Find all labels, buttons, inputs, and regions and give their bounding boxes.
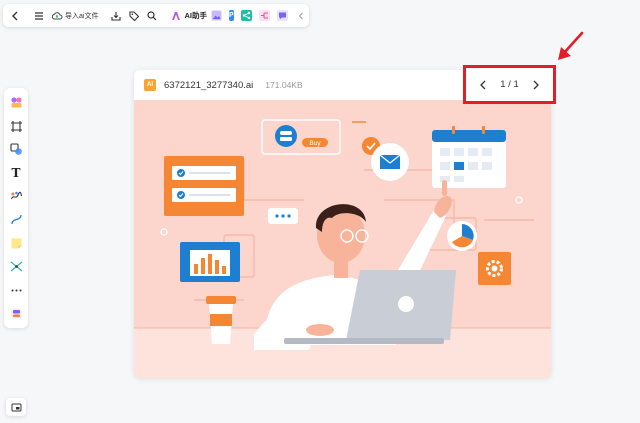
top-toolbar: 导入ai文件 AI助手 P	[3, 4, 309, 27]
file-name: 6372121_3277340.ai	[164, 79, 254, 91]
prev-page-button[interactable]	[478, 79, 488, 91]
next-page-button[interactable]	[531, 79, 541, 91]
text-icon[interactable]: T	[7, 164, 25, 182]
plugin-icon[interactable]	[7, 305, 25, 323]
sticky-note-icon[interactable]	[7, 234, 25, 252]
page-indicator: 1 / 1	[500, 79, 519, 90]
ai-assistant-button[interactable]: AI助手	[184, 10, 207, 21]
ai-file-icon: AI	[144, 79, 156, 91]
search-icon[interactable]	[146, 7, 158, 25]
file-viewer: AI 6372121_3277340.ai 171.04KB Buy	[134, 70, 551, 378]
mindmap-icon[interactable]	[7, 258, 25, 276]
share-tool-icon[interactable]	[240, 10, 252, 21]
back-icon[interactable]	[9, 7, 21, 25]
connector-icon[interactable]	[7, 211, 25, 229]
shapes-icon[interactable]	[7, 141, 25, 159]
ai-assistant-icon[interactable]	[170, 7, 182, 25]
tag-icon[interactable]	[128, 7, 140, 25]
minimap-toggle[interactable]	[6, 398, 26, 416]
left-toolbar: T	[4, 88, 28, 328]
collapse-icon[interactable]	[295, 7, 307, 25]
file-size: 171.04KB	[265, 80, 303, 90]
chat-tool-icon[interactable]	[276, 10, 288, 21]
chevron-right-icon	[533, 80, 539, 89]
chevron-left-icon	[480, 80, 486, 89]
import-ai-file-button[interactable]: 导入ai文件	[65, 11, 98, 21]
frame-icon[interactable]	[7, 117, 25, 135]
menu-icon[interactable]	[33, 7, 45, 25]
buy-label: Buy	[309, 140, 321, 147]
templates-icon[interactable]	[7, 94, 25, 112]
p-tool-icon[interactable]: P	[228, 10, 234, 21]
illustration: Buy	[134, 119, 551, 378]
page-navigator: 1 / 1	[463, 65, 556, 104]
more-icon[interactable]	[7, 281, 25, 299]
download-icon[interactable]	[110, 7, 122, 25]
preview-image: Buy	[134, 100, 551, 378]
cloud-upload-icon[interactable]	[51, 7, 63, 25]
pen-icon[interactable]	[7, 188, 25, 206]
mindmap-tool-icon[interactable]	[258, 10, 270, 21]
annotation-arrow-icon	[558, 31, 584, 60]
image-tool-icon[interactable]	[210, 10, 222, 21]
minimap-icon	[11, 403, 21, 411]
